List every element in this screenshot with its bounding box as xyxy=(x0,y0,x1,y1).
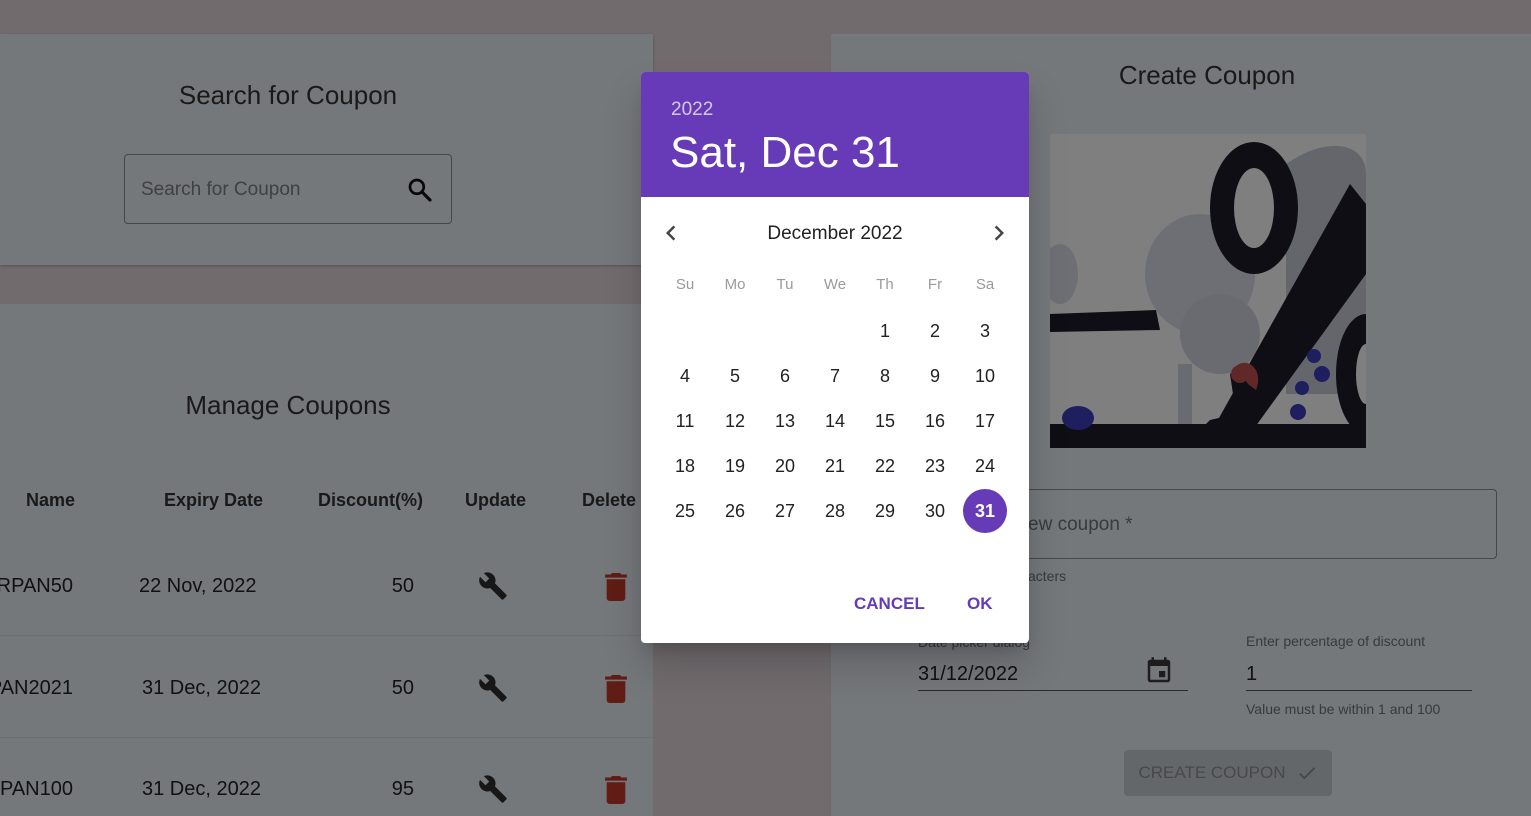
weekday-label: Tu xyxy=(776,276,794,293)
day-button[interactable]: 12 xyxy=(713,399,757,443)
day-button[interactable]: 15 xyxy=(863,399,907,443)
day-button[interactable]: 24 xyxy=(963,444,1007,488)
day-button[interactable]: 25 xyxy=(663,489,707,533)
dialog-selected-date[interactable]: Sat, Dec 31 xyxy=(670,128,900,178)
ok-button[interactable]: OK xyxy=(967,594,993,614)
day-button[interactable]: 13 xyxy=(763,399,807,443)
day-button[interactable]: 26 xyxy=(713,489,757,533)
date-picker-dialog: 2022 Sat, Dec 31 December 2022 Su Mo Tu … xyxy=(641,72,1029,643)
dialog-year[interactable]: 2022 xyxy=(671,99,713,121)
day-button[interactable]: 22 xyxy=(863,444,907,488)
day-button[interactable]: 30 xyxy=(913,489,957,533)
weekday-label: Th xyxy=(876,276,894,293)
day-button[interactable]: 1 xyxy=(863,309,907,353)
day-button[interactable]: 8 xyxy=(863,354,907,398)
day-button[interactable]: 3 xyxy=(963,309,1007,353)
day-button[interactable]: 10 xyxy=(963,354,1007,398)
day-button[interactable]: 4 xyxy=(663,354,707,398)
day-button[interactable]: 29 xyxy=(863,489,907,533)
day-button[interactable]: 16 xyxy=(913,399,957,443)
weekday-label: Su xyxy=(675,276,695,293)
day-button[interactable]: 23 xyxy=(913,444,957,488)
day-button[interactable]: 17 xyxy=(963,399,1007,443)
day-button[interactable]: 18 xyxy=(663,444,707,488)
month-label: December 2022 xyxy=(767,223,903,244)
day-button[interactable]: 6 xyxy=(763,354,807,398)
day-button[interactable]: 7 xyxy=(813,354,857,398)
weekday-label: Mo xyxy=(724,276,746,293)
chevron-right-icon[interactable] xyxy=(984,218,1014,248)
day-button-selected[interactable]: 31 xyxy=(963,489,1007,533)
day-button[interactable]: 21 xyxy=(813,444,857,488)
dialog-header: 2022 Sat, Dec 31 xyxy=(641,72,1029,197)
cancel-button[interactable]: CANCEL xyxy=(854,594,925,614)
weekday-label: Sa xyxy=(975,276,995,293)
day-button[interactable]: 28 xyxy=(813,489,857,533)
weekday-label: We xyxy=(823,276,847,293)
day-button[interactable]: 27 xyxy=(763,489,807,533)
day-button[interactable]: 9 xyxy=(913,354,957,398)
day-button[interactable]: 2 xyxy=(913,309,957,353)
day-button[interactable]: 5 xyxy=(713,354,757,398)
day-button[interactable]: 20 xyxy=(763,444,807,488)
day-button[interactable]: 19 xyxy=(713,444,757,488)
weekday-label: Fr xyxy=(927,276,943,293)
day-button[interactable]: 14 xyxy=(813,399,857,443)
day-button[interactable]: 11 xyxy=(663,399,707,443)
